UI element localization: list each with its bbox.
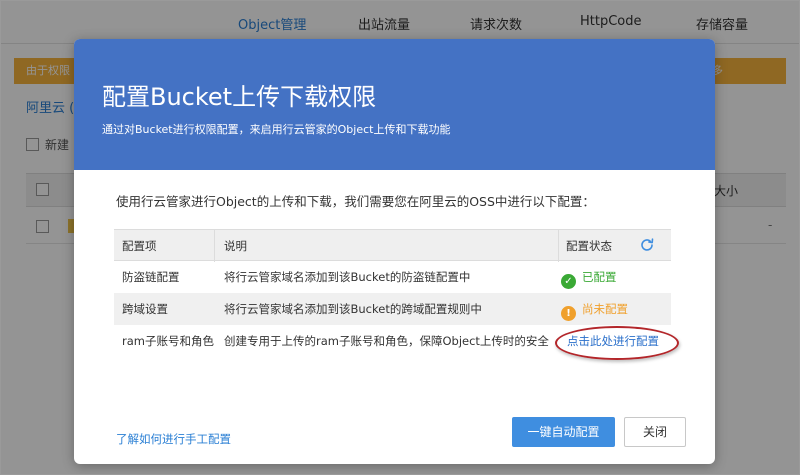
screenshot-border [0,0,800,475]
